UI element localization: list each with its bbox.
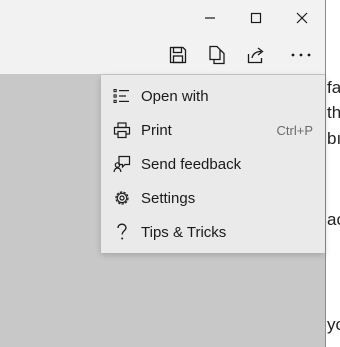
background-text-line: yo — [327, 315, 340, 334]
more-options-button[interactable] — [282, 36, 320, 74]
print-shortcut: Ctrl+P — [276, 122, 313, 138]
question-icon — [101, 215, 141, 249]
maximize-icon — [250, 12, 262, 24]
more-icon — [291, 53, 311, 57]
menu-item-label: Tips & Tricks — [141, 223, 227, 241]
menu-item-label: Settings — [141, 189, 196, 207]
menu-item-label: Send feedback — [141, 155, 242, 173]
background-text-line: bı — [327, 129, 340, 148]
menu-item-label: Print — [141, 121, 172, 139]
copy-button[interactable] — [198, 36, 236, 74]
minimize-icon — [205, 17, 215, 19]
background-text-line: ac — [327, 210, 340, 229]
share-button[interactable] — [237, 36, 275, 74]
title-bar — [0, 0, 325, 36]
share-icon — [247, 47, 264, 64]
close-icon — [296, 12, 308, 24]
close-button[interactable] — [279, 0, 325, 36]
open-with-icon — [101, 79, 141, 113]
background-document-text: fa th bı ac yo — [327, 0, 340, 347]
minimize-button[interactable] — [187, 0, 233, 36]
background-text-line: th — [327, 103, 340, 122]
menu-item-settings[interactable]: Settings — [101, 181, 325, 215]
gear-icon — [101, 181, 141, 215]
menu-item-label: Open with — [141, 87, 209, 105]
printer-icon — [101, 113, 141, 147]
save-icon — [169, 46, 187, 64]
menu-item-send-feedback[interactable]: Send feedback — [101, 147, 325, 181]
feedback-icon — [101, 147, 141, 181]
toolbar — [0, 36, 325, 74]
more-options-menu: Open with Print Ctrl+P Send feedback Set… — [101, 75, 325, 253]
menu-item-tips-tricks[interactable]: Tips & Tricks — [101, 215, 325, 249]
menu-item-print[interactable]: Print Ctrl+P — [101, 113, 325, 147]
save-button[interactable] — [159, 36, 197, 74]
maximize-button[interactable] — [233, 0, 279, 36]
menu-item-open-with[interactable]: Open with — [101, 79, 325, 113]
background-text-line: fa — [327, 78, 340, 97]
copy-icon — [209, 45, 225, 65]
